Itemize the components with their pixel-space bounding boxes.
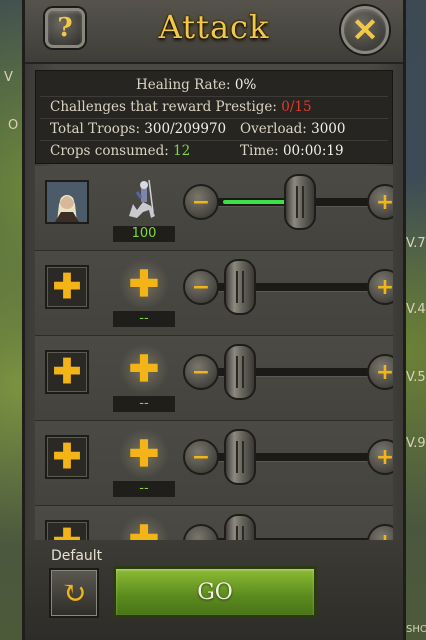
prestige-value: 0/15	[281, 99, 312, 115]
close-icon: ✕	[351, 11, 379, 49]
slider-thumb[interactable]	[284, 174, 316, 230]
troop-slider[interactable]: − +	[183, 174, 393, 230]
help-button[interactable]: ?	[45, 8, 85, 48]
overload: Overload: 3000	[240, 121, 345, 137]
help-icon: ?	[57, 13, 73, 43]
troop-row: ✚ ✚ -- − +	[35, 421, 393, 506]
close-button[interactable]: ✕	[341, 6, 389, 54]
hero-portrait[interactable]	[45, 180, 89, 224]
slider-thumb[interactable]	[223, 514, 256, 540]
plus-icon: ✚	[128, 518, 160, 540]
healing-rate-label: Healing Rate:	[136, 77, 231, 93]
map-label: V.9	[406, 436, 426, 451]
increase-button[interactable]: +	[367, 184, 393, 220]
slider-thumb[interactable]	[223, 429, 256, 485]
increase-button[interactable]: +	[367, 439, 393, 475]
map-label: V.7	[406, 236, 426, 251]
total-troops-label: Total Troops:	[50, 121, 140, 137]
map-label: V.5	[406, 370, 426, 385]
plus-icon: ✚	[128, 348, 160, 390]
map-label: V	[4, 70, 13, 85]
plus-icon: ✚	[53, 522, 82, 540]
troop-count: 100	[113, 226, 175, 242]
refresh-icon: ↻	[61, 575, 87, 611]
march-time: Time: 00:00:19	[240, 143, 344, 159]
crops-value: 12	[173, 143, 191, 159]
troop-slider[interactable]: − +	[183, 429, 393, 485]
add-hero-button[interactable]: ✚	[45, 520, 89, 540]
add-hero-button[interactable]: ✚	[45, 435, 89, 479]
troop-row: ✚ ✚ -- − +	[35, 336, 393, 421]
default-label: Default	[51, 548, 103, 564]
decrease-button[interactable]: −	[183, 269, 219, 305]
default-reset-button[interactable]: ↻	[49, 568, 99, 618]
overload-value: 3000	[311, 121, 346, 137]
attack-panel: Attack ? ✕ Healing Rate: 0% Challenges t…	[22, 0, 406, 640]
go-label: GO	[197, 579, 233, 605]
troop-list: 100 − + ✚ ✚ -- − + ✚ ✚ -- − + ✚ ✚ -- − +…	[35, 166, 393, 540]
map-label: V.4	[406, 302, 426, 317]
plus-icon: ✚	[128, 263, 160, 305]
troop-slider[interactable]: − +	[183, 259, 393, 315]
troop-row: 100 − +	[35, 166, 393, 251]
time-value: 00:00:19	[282, 143, 344, 159]
increase-button[interactable]: +	[367, 269, 393, 305]
hero-avatar-icon	[47, 182, 87, 222]
troop-count: --	[113, 481, 175, 497]
add-troop-button[interactable]: ✚	[113, 342, 175, 396]
title-bar: Attack ? ✕	[25, 0, 403, 64]
go-button[interactable]: GO	[113, 566, 317, 618]
cavalry-icon	[129, 179, 155, 218]
add-hero-button[interactable]: ✚	[45, 265, 89, 309]
crops-label: Crops consumed:	[50, 143, 169, 159]
plus-icon: ✚	[128, 433, 160, 475]
footer: Default ↻ GO	[25, 540, 403, 640]
add-hero-button[interactable]: ✚	[45, 350, 89, 394]
healing-rate: Healing Rate: 0%	[136, 77, 256, 93]
total-troops-value: 300/209970	[144, 121, 227, 137]
plus-icon: ✚	[52, 267, 82, 307]
decrease-button[interactable]: −	[183, 184, 219, 220]
total-troops: Total Troops: 300/209970	[50, 121, 226, 137]
add-troop-button[interactable]: ✚	[113, 257, 175, 311]
decrease-button[interactable]: −	[183, 524, 219, 540]
troop-row: ✚ ✚ -- − +	[35, 506, 393, 540]
map-label: SHO	[406, 624, 426, 635]
troop-slider[interactable]: − +	[183, 514, 393, 540]
slider-thumb[interactable]	[223, 259, 256, 315]
troop-count: --	[113, 396, 175, 412]
decrease-button[interactable]: −	[183, 439, 219, 475]
add-troop-button[interactable]: ✚	[113, 427, 175, 481]
march-info: Healing Rate: 0% Challenges that reward …	[35, 70, 393, 164]
prestige-label: Challenges that reward Prestige:	[50, 99, 277, 115]
troop-slider[interactable]: − +	[183, 344, 393, 400]
add-troop-button[interactable]: ✚	[113, 512, 175, 540]
crops-consumed: Crops consumed: 12	[50, 143, 190, 159]
prestige-challenges: Challenges that reward Prestige: 0/15	[50, 99, 312, 115]
overload-label: Overload:	[240, 121, 307, 137]
troop-count: --	[113, 311, 175, 327]
time-label: Time:	[240, 143, 279, 159]
decrease-button[interactable]: −	[183, 354, 219, 390]
slider-thumb[interactable]	[223, 344, 256, 400]
plus-icon: ✚	[52, 352, 82, 392]
increase-button[interactable]: +	[367, 354, 393, 390]
map-label: O	[8, 118, 19, 133]
increase-button[interactable]: +	[367, 524, 393, 540]
plus-icon: ✚	[52, 437, 82, 477]
healing-rate-value: 0%	[234, 77, 257, 93]
troop-row: ✚ ✚ -- − +	[35, 251, 393, 336]
